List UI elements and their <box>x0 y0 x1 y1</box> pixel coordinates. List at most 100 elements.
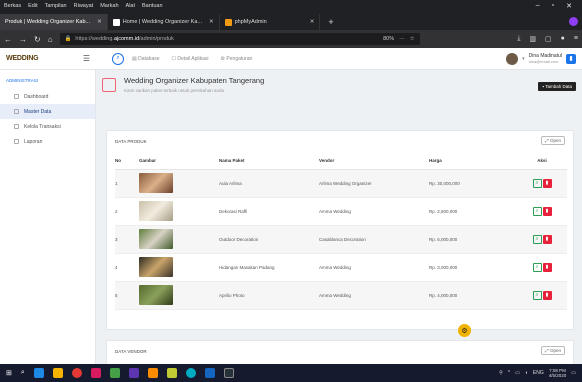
clock[interactable]: 7:08 PM 4/5/2020 <box>549 368 567 378</box>
col-nama-paket: Nama Paket <box>219 153 319 170</box>
notification-center-icon[interactable]: ▭ <box>571 370 576 376</box>
chevron-down-icon[interactable]: ▾ <box>522 56 525 62</box>
produk-open-button[interactable]: ⤢ Open <box>541 136 565 145</box>
more-icon[interactable]: ··· <box>399 36 405 42</box>
view-icon[interactable]: ⌕ <box>532 262 542 272</box>
app-icon[interactable] <box>185 368 196 378</box>
terminal-icon[interactable] <box>223 368 234 378</box>
cell-gambar <box>139 169 219 198</box>
cell-gambar <box>139 253 219 282</box>
product-image[interactable] <box>139 229 173 249</box>
edge-icon[interactable] <box>33 368 44 378</box>
vscode-icon[interactable] <box>204 368 215 378</box>
people-icon[interactable]: ⚲ <box>499 370 503 376</box>
reload-icon[interactable]: ↻ <box>34 35 41 44</box>
cell-nama: Hidangan Masakan Padang <box>219 253 319 282</box>
cell-no: 2 <box>115 197 139 226</box>
transaction-icon <box>14 124 19 129</box>
forward-icon[interactable]: → <box>19 35 27 44</box>
product-image[interactable] <box>139 285 173 305</box>
view-icon[interactable]: ⌕ <box>532 290 542 300</box>
app-icon[interactable] <box>128 368 139 378</box>
browser-tab-produk[interactable]: Produk | Wedding Organizer Kab... ✕ <box>0 14 108 30</box>
user-info: Dina Madinatul dina@email.com <box>529 53 562 65</box>
zoom-level[interactable]: 80% <box>383 36 394 42</box>
product-image[interactable] <box>139 173 173 193</box>
menu-item-alat[interactable]: Alat <box>126 3 135 9</box>
close-icon[interactable]: ✕ <box>566 2 572 10</box>
search-icon[interactable]: ⌕ <box>112 52 124 65</box>
brand-logo[interactable]: WEDDING <box>6 55 39 62</box>
menu-item-markah[interactable]: Markah <box>100 3 118 9</box>
url-bar[interactable]: 🔒 https://wedding.ajcomm.id/admin/produk… <box>59 33 420 45</box>
minimize-icon[interactable]: – <box>536 2 540 10</box>
delete-icon[interactable]: ▮ <box>542 290 552 300</box>
back-icon[interactable]: ← <box>4 35 12 44</box>
new-tab-icon[interactable]: + <box>320 17 341 30</box>
menu-icon[interactable]: ≡ <box>574 35 578 43</box>
extension-icon[interactable] <box>569 17 578 26</box>
cell-vendor: Arlima Wedding Organizer <box>319 169 429 198</box>
tab-title: Produk | Wedding Organizer Kab... <box>5 19 91 25</box>
view-icon[interactable]: ⌕ <box>532 234 542 244</box>
windows-taskbar: ⊞ ⌕ ⚲ ^ ▭ ◖ ENG 7:08 PM 4/5/2020 ▭ <box>0 364 582 382</box>
hamburger-icon[interactable]: ☰ <box>83 54 90 63</box>
network-icon[interactable]: ▭ <box>515 370 520 376</box>
account-icon[interactable]: ● <box>561 35 565 43</box>
chrome-icon[interactable] <box>71 368 82 378</box>
vendor-open-button[interactable]: ⤢ Open <box>541 346 565 355</box>
avatar[interactable] <box>506 52 519 65</box>
search-icon[interactable]: ⌕ <box>21 369 25 377</box>
bookmark-star-icon[interactable]: ☆ <box>410 36 415 42</box>
windows-start-icon[interactable]: ⊞ <box>6 369 12 377</box>
menu-item-bantuan[interactable]: Bantuan <box>142 3 163 9</box>
topnav-pengaturan[interactable]: ⚙ Pengaturan <box>221 56 253 62</box>
menu-item-riwayat[interactable]: Riwayat <box>74 3 94 9</box>
product-image[interactable] <box>139 257 173 277</box>
delete-icon[interactable]: ▮ <box>542 234 552 244</box>
menu-item-berkas[interactable]: Berkas <box>4 3 21 9</box>
delete-icon[interactable]: ▮ <box>542 262 552 272</box>
user-name: Dina Madinatul <box>528 52 562 59</box>
sidebar-item-dashboard[interactable]: Dashboard <box>0 89 95 104</box>
tab-title: Home | Wedding Organizer Ka... <box>122 19 202 25</box>
vendor-card-title: DATA VENDOR <box>115 349 147 354</box>
cell-vendor: Amma Wedding <box>319 197 429 226</box>
delete-icon[interactable]: ▮ <box>542 206 552 216</box>
file-explorer-icon[interactable] <box>52 368 63 378</box>
topnav-database[interactable]: ▤ Database <box>132 56 160 62</box>
notification-icon[interactable]: ▮ <box>566 53 576 64</box>
sidebar-toggle-icon[interactable]: ▢ <box>545 35 552 43</box>
firefox-icon[interactable] <box>147 368 158 378</box>
close-tab-icon[interactable]: ✕ <box>209 19 214 25</box>
close-tab-icon[interactable]: ✕ <box>97 19 102 25</box>
sidebar-item-label: Laporan <box>24 138 43 145</box>
app-icon[interactable] <box>90 368 101 378</box>
app-icon[interactable] <box>109 368 120 378</box>
menu-item-edit[interactable]: Edit <box>28 3 37 9</box>
cell-vendor: Amma Wedding <box>319 281 429 310</box>
browser-tab-phpmyadmin[interactable]: phpMyAdmin ✕ <box>220 14 321 30</box>
sidebar-item-laporan[interactable]: Laporan <box>0 134 95 149</box>
sidebar-item-master-data[interactable]: Master Data <box>0 104 95 119</box>
add-data-button[interactable]: ▪ Tambah Data <box>538 82 576 91</box>
close-tab-icon[interactable]: ✕ <box>310 19 315 25</box>
volume-icon[interactable]: ◖ <box>525 370 528 376</box>
maximize-icon[interactable]: ▫ <box>552 2 554 10</box>
browser-tab-home[interactable]: Home | Wedding Organizer Ka... ✕ <box>108 14 220 30</box>
delete-icon[interactable]: ▮ <box>542 178 552 188</box>
user-menu[interactable]: ▾ Dina Madinatul dina@email.com ▮ <box>506 52 582 65</box>
chevron-up-icon[interactable]: ^ <box>508 370 510 376</box>
topnav-detail-aplikasi[interactable]: ☐ Detail Aplikasi <box>172 56 209 62</box>
library-icon[interactable]: ▥ <box>529 35 536 43</box>
sidebar-item-kelola-transaksi[interactable]: Kelola Transaksi <box>0 119 95 134</box>
download-icon[interactable]: ⤓ <box>517 35 520 43</box>
product-image[interactable] <box>139 201 173 221</box>
view-icon[interactable]: ⌕ <box>532 178 542 188</box>
home-icon[interactable]: ⌂ <box>48 35 53 44</box>
lang-indicator[interactable]: ENG <box>533 370 544 376</box>
app-icon[interactable] <box>166 368 177 378</box>
menu-item-tampilan[interactable]: Tampilan <box>45 3 67 9</box>
view-icon[interactable]: ⌕ <box>532 206 542 216</box>
settings-fab-icon[interactable]: ⚙ <box>458 324 471 337</box>
